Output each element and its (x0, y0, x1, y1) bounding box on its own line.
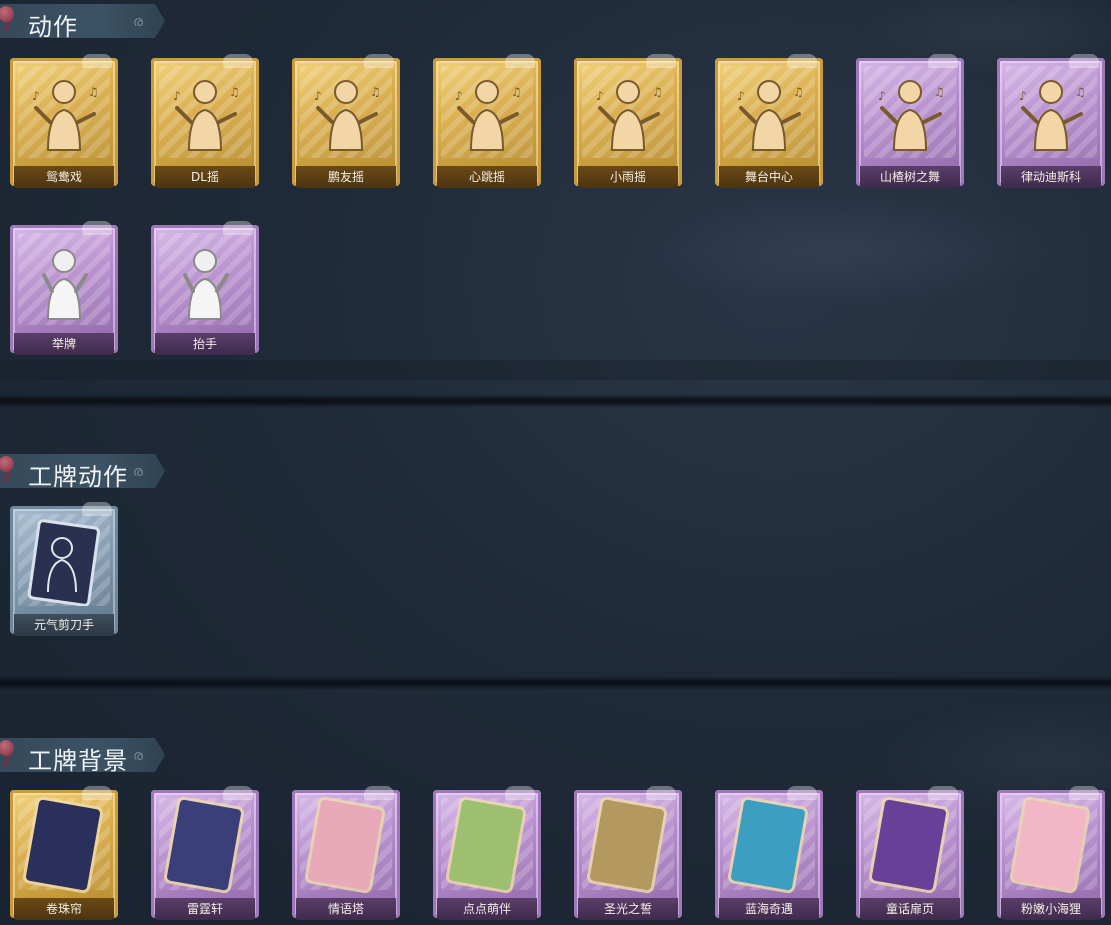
dance-pose-icon: ♪ ♫ (1011, 70, 1091, 158)
item-card[interactable]: ♪ ♫ 心跳摇 (433, 54, 541, 188)
item-label: 鸳鸯戏 (14, 166, 114, 188)
dance-pose-icon: ♪ ♫ (870, 70, 950, 158)
svg-text:♫: ♫ (793, 85, 804, 99)
item-card[interactable]: 点点萌伴 (433, 786, 541, 920)
svg-text:♪: ♪ (1019, 89, 1027, 103)
section-divider (0, 676, 1111, 690)
svg-text:♪: ♪ (455, 89, 463, 103)
item-card[interactable]: 元气剪刀手 (10, 502, 118, 636)
item-label: 元气剪刀手 (14, 614, 114, 636)
item-label: 鹏友摇 (296, 166, 396, 188)
item-card[interactable]: 卷珠帘 (10, 786, 118, 920)
item-label: 举牌 (14, 333, 114, 355)
item-card[interactable]: ♪ ♫ 舞台中心 (715, 54, 823, 188)
swirl-ornament-icon: ര (132, 748, 143, 764)
swirl-ornament-icon: ര (132, 464, 143, 480)
dance-pose-icon: ♪ ♫ (24, 70, 104, 158)
svg-text:♫: ♫ (511, 85, 522, 99)
item-label: 点点萌伴 (437, 898, 537, 920)
raise-hand-icon (165, 237, 245, 325)
section-header-actions: 动作 ര (0, 4, 165, 41)
item-label: 情语塔 (296, 898, 396, 920)
section-header-badge-backgrounds: 工牌背景 ര (0, 738, 165, 775)
svg-text:♪: ♪ (314, 89, 322, 103)
badge-bg-icon (588, 799, 668, 891)
item-label: 抬手 (155, 333, 255, 355)
item-label: 童话扉页 (860, 898, 960, 920)
item-card[interactable]: 蓝海奇遇 (715, 786, 823, 920)
svg-text:♫: ♫ (370, 85, 381, 99)
svg-text:♪: ♪ (596, 89, 604, 103)
svg-text:♫: ♫ (652, 85, 663, 99)
badge-bg-icon (870, 799, 950, 891)
item-label: 蓝海奇遇 (719, 898, 819, 920)
dance-pose-icon: ♪ ♫ (447, 70, 527, 158)
item-label: 卷珠帘 (14, 898, 114, 920)
svg-text:♫: ♫ (229, 85, 240, 99)
item-label: 山楂树之舞 (860, 166, 960, 188)
section-header-badge-actions: 工牌动作 ര (0, 454, 165, 491)
item-card[interactable]: 圣光之誓 (574, 786, 682, 920)
item-label: 小雨摇 (578, 166, 678, 188)
item-label: 粉嫩小海狸 (1001, 898, 1101, 920)
badge-bg-icon (306, 799, 386, 891)
svg-text:♪: ♪ (32, 89, 40, 103)
hold-sign-icon (24, 237, 104, 325)
item-card[interactable]: ♪ ♫ 鹏友摇 (292, 54, 400, 188)
item-label: 心跳摇 (437, 166, 537, 188)
dance-pose-icon: ♪ ♫ (306, 70, 386, 158)
badge-bg-icon (165, 799, 245, 891)
section-title: 动作 (28, 13, 78, 41)
item-card[interactable]: 抬手 (151, 221, 259, 355)
dance-pose-icon: ♪ ♫ (165, 70, 245, 158)
item-card[interactable]: 举牌 (10, 221, 118, 355)
item-card[interactable]: ♪ ♫ 律动迪斯科 (997, 54, 1105, 188)
badge-pose-icon (24, 518, 104, 607)
section-title: 工牌背景 (28, 747, 128, 775)
swirl-ornament-icon: ര (132, 14, 143, 30)
item-card[interactable]: 粉嫩小海狸 (997, 786, 1105, 920)
item-card[interactable]: ♪ ♫ DL摇 (151, 54, 259, 188)
svg-text:♫: ♫ (1075, 85, 1086, 99)
section-divider (0, 394, 1111, 408)
svg-text:♪: ♪ (878, 89, 886, 103)
item-card[interactable]: 雷霆轩 (151, 786, 259, 920)
item-label: DL摇 (155, 166, 255, 188)
badge-bg-icon (729, 799, 809, 891)
svg-text:♪: ♪ (737, 89, 745, 103)
badge-bg-icon (447, 799, 527, 891)
section-band (0, 360, 1111, 380)
item-label: 律动迪斯科 (1001, 166, 1101, 188)
svg-text:♫: ♫ (88, 85, 99, 99)
item-card[interactable]: ♪ ♫ 山楂树之舞 (856, 54, 964, 188)
item-card[interactable]: ♪ ♫ 小雨摇 (574, 54, 682, 188)
item-card[interactable]: 童话扉页 (856, 786, 964, 920)
badge-bg-icon (1011, 799, 1091, 891)
section-title: 工牌动作 (28, 463, 128, 491)
item-card[interactable]: ♪ ♫ 鸳鸯戏 (10, 54, 118, 188)
dance-pose-icon: ♪ ♫ (729, 70, 809, 158)
item-label: 雷霆轩 (155, 898, 255, 920)
dance-pose-icon: ♪ ♫ (588, 70, 668, 158)
svg-text:♪: ♪ (173, 89, 181, 103)
svg-text:♫: ♫ (934, 85, 945, 99)
badge-bg-icon (24, 799, 104, 891)
item-card[interactable]: 情语塔 (292, 786, 400, 920)
item-label: 舞台中心 (719, 166, 819, 188)
item-label: 圣光之誓 (578, 898, 678, 920)
